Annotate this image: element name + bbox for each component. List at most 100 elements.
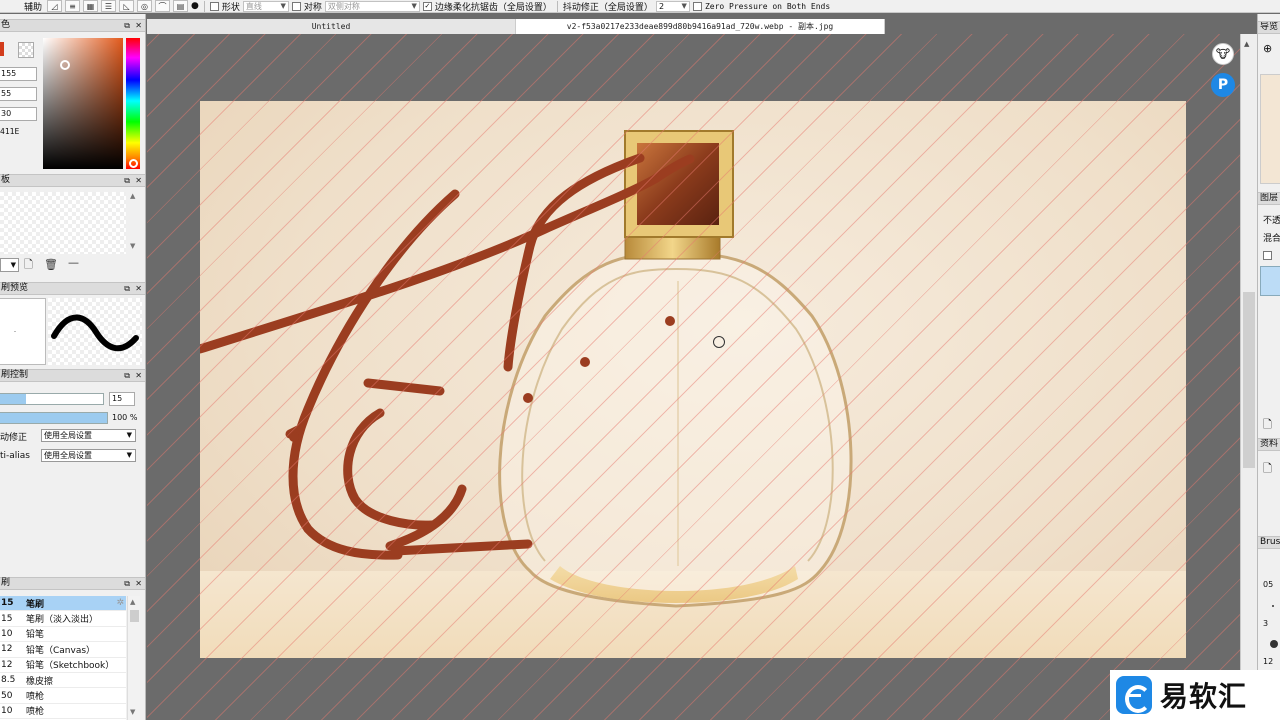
brush-size-slider[interactable]	[0, 393, 104, 405]
brush-strokes-layer	[200, 153, 695, 560]
brush-list-item[interactable]: 50 喷枪	[0, 688, 126, 704]
swatch-dropdown[interactable]: ▼	[0, 258, 19, 272]
right-panel: 导览 ⊕ 图层 不透 混合 🗋 资料 🗋 Brus 05 3 12	[1257, 14, 1280, 720]
symmetry-checkbox[interactable]	[291, 1, 301, 11]
layer-item[interactable]	[1260, 266, 1280, 296]
pin-icon[interactable]: ⧉	[124, 20, 130, 31]
brush-list-item[interactable]: 15 笔刷（淡入淡出）	[0, 611, 126, 627]
p-badge-icon[interactable]: P	[1211, 73, 1235, 97]
brush-panel-header: 刷 ⧉ ✕	[0, 577, 145, 590]
shape-dropdown[interactable]: 直线 ▼	[242, 0, 289, 12]
antialias-select[interactable]: 使用全局设置 ▼	[41, 449, 136, 462]
dot-icon[interactable]: ●	[191, 1, 199, 11]
zero-pressure-label: Zero Pressure on Both Ends	[704, 1, 831, 11]
zero-pressure-checkbox[interactable]	[692, 1, 702, 11]
brush-control-panel-header: 刷控制 ⧉ ✕	[0, 369, 145, 382]
symmetry-dropdown[interactable]: 双侧对称 ▼	[324, 0, 420, 12]
close-icon[interactable]: ✕	[135, 175, 142, 186]
brush-list-item[interactable]: 12 铅笔（Canvas）	[0, 642, 126, 658]
pin-icon[interactable]: ⧉	[124, 175, 130, 186]
brush-list-item[interactable]: 10 铅笔	[0, 627, 126, 643]
scroll-up-icon[interactable]: ▲	[130, 598, 135, 606]
canvas-vertical-scrollbar[interactable]: ▲	[1240, 34, 1257, 720]
background-color-swatch[interactable]	[18, 42, 34, 58]
pin-icon[interactable]: ⧉	[124, 578, 130, 589]
pin-icon[interactable]: ⧉	[124, 370, 130, 381]
concentric-icon[interactable]: ◎	[137, 0, 153, 12]
brush-list-item[interactable]: 10 喷枪	[0, 704, 126, 720]
brush-cursor	[713, 336, 725, 348]
new-layer-icon[interactable]: 🗋	[1263, 416, 1272, 435]
brush-size-label: 05	[1263, 580, 1274, 589]
chevron-down-icon: ▼	[411, 2, 417, 10]
new-swatch-icon[interactable]: 🗋	[24, 259, 33, 271]
layer-lock-checkbox[interactable]	[1263, 251, 1272, 260]
drawing-canvas[interactable]	[200, 101, 1186, 658]
blue-value-field[interactable]: 30	[0, 107, 37, 121]
left-panel: 色 ⧉ ✕ 155 55 30 411E 板 ⧉ ✕ ▲ ▼ ▼ 🗋 🗑 — 刷…	[0, 14, 146, 720]
color-picker-handle[interactable]	[60, 60, 70, 70]
scroll-down-icon[interactable]: ▼	[130, 708, 135, 716]
red-value-field[interactable]: 155	[0, 67, 37, 81]
brush-size-label: 12	[1263, 657, 1274, 666]
edge-aa-checkbox[interactable]: ✓	[422, 1, 432, 11]
brush-list-item[interactable]: 12 铅笔（Sketchbook）	[0, 658, 126, 673]
scroll-up-icon[interactable]: ▲	[130, 192, 135, 200]
zoom-in-icon[interactable]: ⊕	[1263, 42, 1272, 55]
close-icon[interactable]: ✕	[135, 578, 142, 589]
parallel-lines-icon[interactable]: ≡	[65, 0, 81, 12]
horizontal-lines-icon[interactable]: ☰	[101, 0, 117, 12]
scrollbar-thumb[interactable]	[1243, 292, 1255, 468]
stabilizer-select[interactable]: 使用全局设置 ▼	[41, 429, 136, 442]
shape-checkbox[interactable]	[209, 1, 219, 11]
grid-tool-icon[interactable]: ▤	[173, 0, 189, 12]
swatch-panel-title: 板	[1, 175, 11, 185]
brush-size-dot[interactable]	[1270, 640, 1278, 648]
layer-panel-header: 图层	[1258, 192, 1280, 205]
foreground-color-swatch[interactable]	[0, 42, 4, 56]
curve-ruler-icon[interactable]: ⌒	[155, 0, 171, 12]
layer-opacity-label: 不透	[1263, 216, 1280, 226]
tab-untitled[interactable]: Untitled	[147, 19, 515, 34]
brush-size-label: 3	[1263, 619, 1269, 628]
user-avatar-icon[interactable]: 🐮	[1212, 43, 1234, 65]
ruler-icon[interactable]: ◿	[47, 0, 63, 12]
chevron-down-icon: ▼	[681, 2, 687, 10]
hue-slider-handle[interactable]	[129, 159, 138, 168]
minus-icon[interactable]: —	[68, 257, 79, 269]
paint-app-window: 辅助 ◿ ≡ ▦ ☰ ◺ ◎ ⌒ ▤ ● 形状 直线 ▼ 对称 双侧对称 ▼ ✓ 边…	[0, 0, 1280, 720]
assist-label: 辅助	[24, 2, 43, 13]
stabilizer-dropdown[interactable]: 2 ▼	[655, 0, 690, 12]
gear-icon[interactable]: ✲	[116, 598, 124, 608]
stroke-preview-icon	[51, 314, 139, 352]
close-icon[interactable]: ✕	[135, 370, 142, 381]
color-picker-square[interactable]	[43, 38, 123, 169]
navigator-thumbnail[interactable]	[1260, 74, 1280, 184]
navigator-panel-header: 导览	[1258, 21, 1280, 34]
brush-list-item[interactable]: 8.5 橡皮擦	[0, 673, 126, 689]
brush-size-dot[interactable]	[1272, 605, 1274, 607]
perspective-icon[interactable]: ◺	[119, 0, 135, 12]
hue-slider[interactable]	[126, 38, 140, 169]
close-icon[interactable]: ✕	[135, 283, 142, 294]
new-material-icon[interactable]: 🗋	[1263, 460, 1272, 479]
green-value-field[interactable]: 55	[0, 87, 37, 101]
brush-preview-title: 刷预览	[1, 283, 29, 293]
chevron-down-icon: ▼	[280, 2, 286, 10]
brush-size-field[interactable]: 15	[109, 392, 135, 406]
brush-opacity-slider[interactable]	[0, 412, 108, 424]
scroll-up-icon[interactable]: ▲	[1244, 40, 1249, 48]
pin-icon[interactable]: ⧉	[124, 283, 130, 294]
scroll-down-icon[interactable]: ▼	[130, 242, 135, 250]
brush-list-scrollbar[interactable]: ▲ ▼	[127, 596, 140, 720]
close-icon[interactable]: ✕	[135, 20, 142, 31]
brush-list: 15 笔刷 15 笔刷（淡入淡出） 10 铅笔 12 铅笔（Canvas） 12 铅笔（S…	[0, 596, 126, 720]
scrollbar-thumb[interactable]	[130, 610, 139, 622]
canvas-area[interactable]: 🐮 P	[147, 34, 1240, 720]
tab-perfume-image[interactable]: v2-f53a0217e233deae899d80b9416a91ad_720w…	[515, 19, 885, 34]
grid-icon[interactable]: ▦	[83, 0, 99, 12]
delete-swatch-icon[interactable]: 🗑	[44, 259, 58, 271]
swatch-area[interactable]	[0, 192, 126, 254]
toolbar-separator	[203, 0, 205, 12]
brush-list-item[interactable]: 15 笔刷	[0, 596, 126, 612]
